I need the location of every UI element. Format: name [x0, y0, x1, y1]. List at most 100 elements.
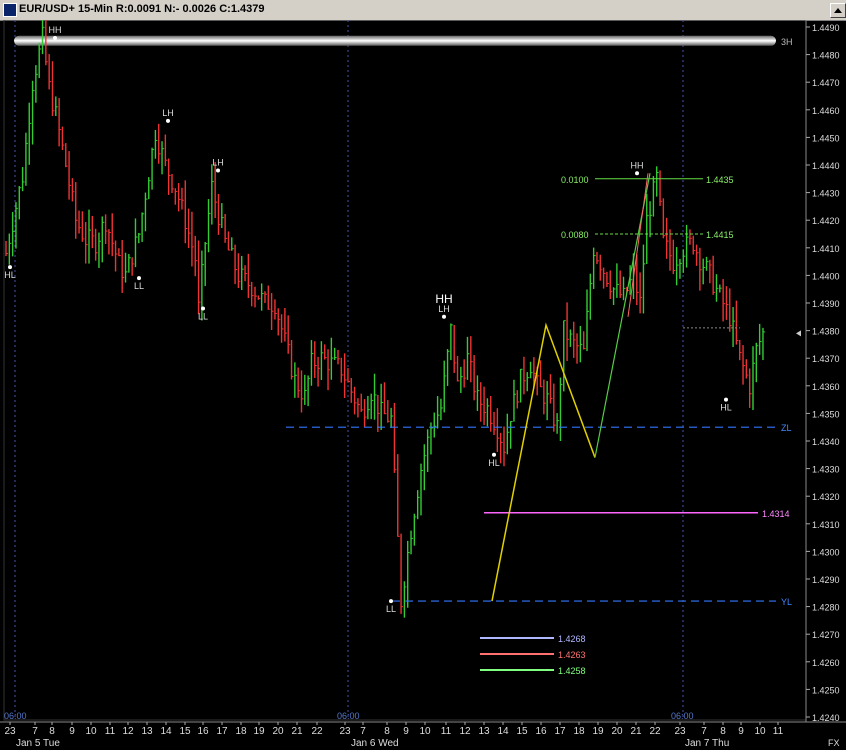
overlays: ZL YL 1.4314 0.0100 1.4435 0.0080 1.4415 HH HL LH…	[4, 25, 792, 676]
y-tick-label: 1.4430	[812, 189, 840, 199]
y-tick-label: 1.4380	[812, 327, 840, 337]
y-tick-label: 1.4360	[812, 382, 840, 392]
x-tick-label: 13	[478, 726, 490, 737]
x-tick-label: 17	[216, 726, 228, 737]
y-tick-label: 1.4490	[812, 23, 840, 33]
x-tick-label: 16	[197, 726, 209, 737]
x-tick-label: 11	[105, 726, 116, 737]
y-tick-label: 1.4340	[812, 437, 840, 447]
x-tick-label: 10	[85, 726, 97, 737]
x-tick-label: 11	[441, 726, 452, 737]
window-title: EUR/USD+ 15-Min R:0.0091 N:- 0.0026 C:1.…	[19, 3, 265, 15]
swing-dot	[442, 314, 446, 319]
fib-top-right: 1.4435	[706, 175, 734, 185]
y-tick-label: 1.4350	[812, 409, 840, 419]
swing-dot	[724, 397, 728, 402]
y-tick-label: 1.4280	[812, 603, 840, 613]
x-tick-label: 7	[32, 726, 38, 737]
x-tick-label: 14	[497, 726, 509, 737]
y-tick-label: 1.4440	[812, 161, 840, 171]
swing-label-lh1: LH	[162, 108, 174, 118]
x-tick-label: 9	[69, 726, 75, 737]
x-tick-label: 8	[720, 726, 726, 737]
fib-mid-left: 0.0080	[561, 230, 589, 240]
x-day-label: Jan 7 Thu	[685, 738, 729, 749]
scroll-up-button[interactable]	[830, 3, 846, 18]
y-tick-label: 1.4270	[812, 630, 840, 640]
legend-value: 1.4258	[558, 666, 586, 676]
price-chart[interactable]: 3H ZL YL 1.4314 0.0100 1.4435 0.0080 1.4415 HH H…	[0, 20, 846, 750]
swing-dot	[216, 168, 220, 173]
swing-label-ll2: LL	[198, 312, 208, 322]
swing-dot	[492, 452, 496, 457]
x-tick-label: 22	[311, 726, 323, 737]
x-tick-label: 23	[674, 726, 686, 737]
zl-label: ZL	[781, 423, 792, 433]
y-tick-label: 1.4460	[812, 106, 840, 116]
x-tick-label: 16	[535, 726, 547, 737]
swing-label-hh2_big: HH	[435, 292, 452, 306]
session-label: 06:00	[671, 711, 694, 721]
y-tick-label: 1.4410	[812, 244, 840, 254]
x-tick-label: 12	[459, 726, 471, 737]
x-day-label: Jan 6 Wed	[351, 738, 399, 749]
swing-dot	[8, 265, 12, 270]
resistance-band-3h: 3H	[14, 35, 793, 47]
legend-value: 1.4268	[558, 634, 586, 644]
x-day-label: Jan 5 Tue	[16, 738, 60, 749]
legend-value: 1.4263	[558, 650, 586, 660]
swing-dot	[635, 171, 639, 176]
swing-dot	[137, 276, 141, 281]
x-tick-label: 23	[339, 726, 351, 737]
x-tick-label: 13	[141, 726, 153, 737]
x-tick-label: 15	[179, 726, 191, 737]
swing-label-hl2: HL	[488, 458, 500, 468]
swing-label-ll3: LL	[386, 604, 396, 614]
swing-label-hh1: HH	[49, 25, 62, 35]
swing-dot	[389, 599, 393, 604]
y-tick-label: 1.4370	[812, 354, 840, 364]
x-tick-label: 18	[235, 726, 247, 737]
y-tick-label: 1.4310	[812, 520, 840, 530]
red-swing-line	[627, 173, 649, 317]
swing-label-hl3: HL	[720, 403, 732, 413]
y-tick-label: 1.4260	[812, 658, 840, 668]
x-tick-label: 11	[773, 726, 784, 737]
x-tick-label: 8	[384, 726, 390, 737]
title-bar[interactable]: EUR/USD+ 15-Min R:0.0091 N:- 0.0026 C:1.…	[0, 0, 846, 21]
magenta-label: 1.4314	[762, 509, 790, 519]
chart-window: EUR/USD+ 15-Min R:0.0091 N:- 0.0026 C:1.…	[0, 0, 846, 750]
swing-label-lh2: LH	[212, 158, 224, 168]
x-tick-label: 15	[516, 726, 528, 737]
x-tick-label: 20	[611, 726, 623, 737]
band-label: 3H	[781, 37, 793, 47]
fx-corner-label: FX	[828, 738, 840, 748]
swing-dot	[166, 118, 170, 123]
x-tick-label: 18	[573, 726, 585, 737]
session-label: 06:00	[337, 711, 360, 721]
swing-dot	[53, 36, 57, 41]
session-label: 06:00	[4, 711, 27, 721]
x-tick-label: 14	[160, 726, 172, 737]
price-bars	[5, 20, 765, 618]
y-tick-label: 1.4480	[812, 51, 840, 61]
app-icon	[3, 3, 17, 17]
swing-dot	[201, 306, 205, 311]
x-tick-label: 7	[360, 726, 366, 737]
x-tick-label: 10	[754, 726, 766, 737]
x-tick-label: 8	[49, 726, 55, 737]
current-price-icon	[796, 330, 801, 337]
y-tick-label: 1.4250	[812, 685, 840, 695]
swing-label-ll1: LL	[134, 281, 144, 291]
swing-label-hh3: HH	[631, 160, 644, 170]
x-tick-label: 7	[701, 726, 707, 737]
x-tick-label: 9	[403, 726, 409, 737]
y-tick-label: 1.4450	[812, 133, 840, 143]
x-axis: 23 7 8 9 10 11 12 13 14 15 16 17 18 19 20 21 22 23 7 8 9 10 11…	[0, 711, 846, 749]
x-tick-label: 21	[291, 726, 303, 737]
triangle-up-icon	[834, 8, 842, 13]
x-tick-label: 10	[419, 726, 431, 737]
y-tick-label: 1.4290	[812, 575, 840, 585]
x-tick-label: 20	[272, 726, 284, 737]
x-tick-label: 23	[4, 726, 16, 737]
